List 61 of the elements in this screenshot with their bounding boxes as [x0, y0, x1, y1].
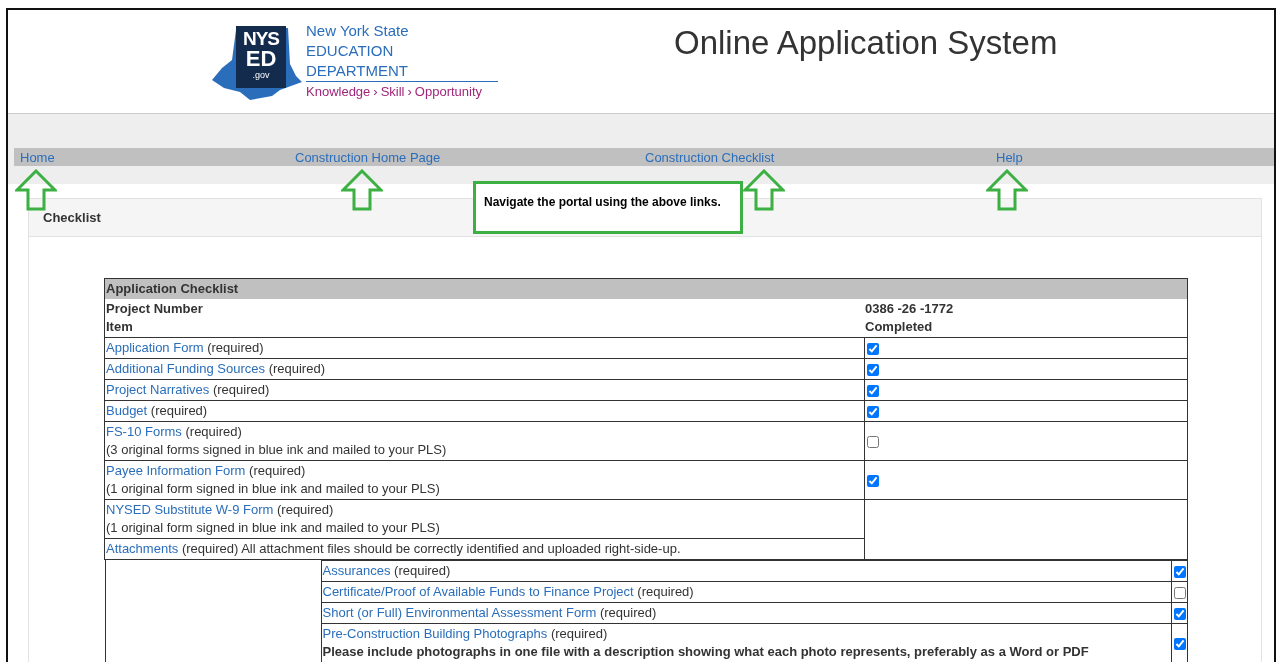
- up-arrow-icon: [15, 169, 57, 211]
- item-link[interactable]: Application Form: [106, 340, 204, 355]
- logo-department: EDUCATION DEPARTMENT: [306, 41, 498, 82]
- item-note: (3 original forms signed in blue ink and mailed to your PLS): [106, 441, 448, 459]
- nav-link[interactable]: Construction Checklist: [645, 150, 775, 165]
- separator-icon: ›: [373, 82, 378, 102]
- item-requirement: (required): [394, 563, 451, 578]
- item-link[interactable]: FS-10 Forms: [106, 424, 182, 439]
- item-note: Please include photographs in one file with a description showing what each photo represents, preferably as a Word or PDF: [322, 643, 1090, 661]
- item-requirement: (required): [150, 403, 208, 418]
- column-header: Item: [106, 318, 134, 336]
- up-arrow-icon: [341, 169, 383, 211]
- project-number: 0386 -26 -1772: [865, 300, 955, 318]
- completed-checkbox[interactable]: [1173, 607, 1186, 620]
- item-link[interactable]: Project Narratives: [106, 382, 210, 397]
- completed-checkbox[interactable]: [1173, 586, 1186, 599]
- item-requirement: (required): [249, 463, 306, 478]
- item-link[interactable]: Budget: [106, 403, 148, 418]
- up-arrow-icon: [986, 169, 1028, 211]
- item-note: (1 original form signed in blue ink and mailed to your PLS): [106, 519, 441, 537]
- tagline-word: Knowledge: [306, 83, 371, 101]
- item-link[interactable]: Certificate/Proof of Available Funds to Finance Project: [322, 584, 634, 599]
- tagline-word: Opportunity: [414, 83, 483, 101]
- page-title: Online Application System: [674, 23, 1058, 62]
- item-requirement: (required): [599, 605, 657, 620]
- item-link[interactable]: Short (or Full) Environmental Assessment Form: [322, 605, 597, 620]
- table-title: Application Checklist: [106, 281, 239, 296]
- item-link[interactable]: NYSED Substitute W-9 Form: [106, 502, 274, 517]
- completed-checkbox[interactable]: [866, 474, 879, 487]
- completed-checkbox[interactable]: [866, 435, 879, 448]
- item-requirement: (required): [212, 382, 270, 397]
- completed-checkbox[interactable]: [1173, 637, 1186, 650]
- item-link[interactable]: Payee Information Form: [106, 463, 246, 478]
- item-requirement: (required): [185, 424, 242, 439]
- callout-note: Navigate the portal using the above links.: [473, 181, 743, 234]
- item-link[interactable]: Assurances: [322, 563, 391, 578]
- completed-checkbox[interactable]: [866, 405, 879, 418]
- up-arrow-icon: [743, 169, 785, 211]
- completed-checkbox[interactable]: [866, 342, 879, 355]
- item-requirement: (required): [277, 502, 334, 517]
- item-link[interactable]: Additional Funding Sources: [106, 361, 265, 376]
- completed-checkbox[interactable]: [1173, 565, 1186, 578]
- logo-mark: NYS ED .gov: [236, 25, 286, 88]
- tagline-word: Skill: [380, 83, 405, 101]
- item-note: (1 original form signed in blue ink and mailed to your PLS): [106, 480, 441, 498]
- completed-checkbox[interactable]: [866, 363, 879, 376]
- nav-link[interactable]: Help: [996, 150, 1023, 165]
- item-requirement: (required): [550, 626, 608, 641]
- item-requirement: (required): [637, 584, 694, 599]
- item-requirement: (required): [207, 340, 264, 355]
- separator-icon: ›: [407, 82, 412, 102]
- item-link[interactable]: Attachments: [106, 541, 179, 556]
- item-requirement: (required): [268, 361, 325, 376]
- item-link[interactable]: Pre-Construction Building Photographs: [322, 626, 548, 641]
- column-header: Completed: [865, 318, 934, 336]
- nav-link[interactable]: Construction Home Page: [295, 150, 441, 165]
- item-requirement: (required) All attachment files should be correctly identified and uploaded right-side-up.: [181, 541, 681, 556]
- field-label: Project Number: [106, 300, 204, 318]
- logo-name: New York State: [306, 21, 410, 41]
- nav-link[interactable]: Home: [20, 150, 55, 165]
- completed-checkbox[interactable]: [866, 384, 879, 397]
